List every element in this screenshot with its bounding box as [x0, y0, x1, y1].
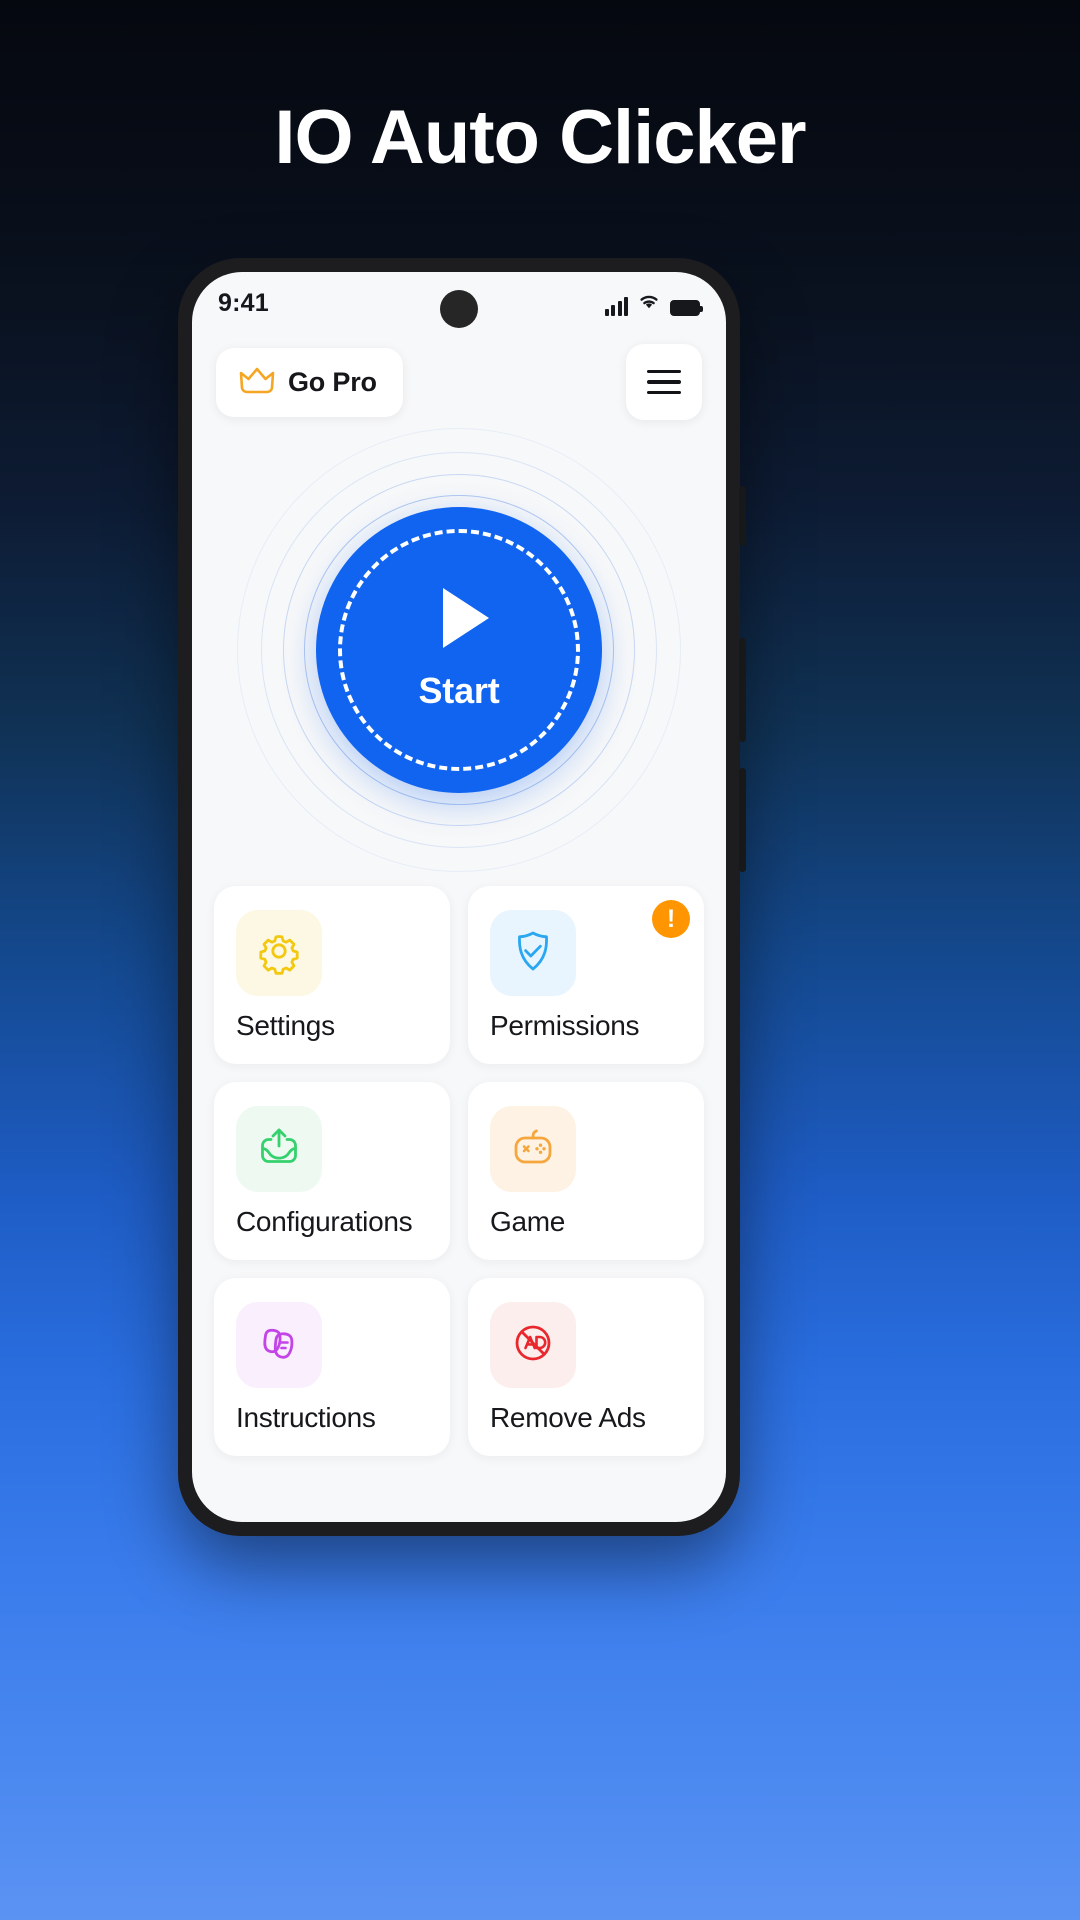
- tile-icon-background: [490, 1302, 576, 1388]
- tile-label: Game: [490, 1206, 566, 1237]
- tile-remove-ads[interactable]: Remove Ads: [468, 1278, 704, 1456]
- shield-check-icon: [509, 927, 557, 980]
- gamepad-icon: [509, 1123, 557, 1176]
- tile-icon-background: [236, 910, 322, 996]
- no-ads-icon: [509, 1319, 557, 1372]
- tile-label: Permissions: [490, 1010, 640, 1041]
- status-bar: 9:41: [192, 272, 726, 334]
- hamburger-menu-button[interactable]: [626, 344, 702, 420]
- instructions-cards-icon: [255, 1319, 303, 1372]
- cellular-signal-icon: [604, 296, 628, 316]
- upload-icon: [255, 1123, 303, 1176]
- tile-label: Settings: [236, 1010, 335, 1041]
- phone-side-button-mute: [739, 486, 746, 546]
- page-title: IO Auto Clicker: [274, 95, 806, 180]
- feature-tile-grid: Settings ! Permissions Configurations Ga…: [192, 880, 726, 1476]
- tile-label: Remove Ads: [490, 1402, 646, 1433]
- tile-icon-background: [490, 1106, 576, 1192]
- tile-game[interactable]: Game: [468, 1082, 704, 1260]
- permissions-warning-badge: !: [652, 900, 690, 938]
- play-triangle-icon: [443, 588, 489, 648]
- status-bar-time: 9:41: [218, 288, 269, 317]
- tile-icon-background: [236, 1302, 322, 1388]
- status-bar-icons: [604, 291, 703, 316]
- tile-permissions[interactable]: ! Permissions: [468, 886, 704, 1064]
- wifi-icon: [637, 291, 661, 316]
- phone-screen: 9:41 Go Pro Start Settings ! Permissions…: [192, 272, 726, 1522]
- phone-mockup: 9:41 Go Pro Start Settings ! Permissions…: [178, 258, 746, 1536]
- tile-icon-background: [490, 910, 576, 996]
- front-camera-punch-hole: [440, 290, 478, 328]
- poster-canvas: IO Auto Clicker 9:41 Go Pro Start Settin…: [0, 0, 1080, 1920]
- hamburger-menu-icon: [647, 369, 681, 395]
- start-hero-area: Start: [192, 420, 726, 880]
- tile-settings[interactable]: Settings: [214, 886, 450, 1064]
- tile-configurations[interactable]: Configurations: [214, 1082, 450, 1260]
- phone-side-button-volume: [739, 638, 746, 742]
- crown-icon: [238, 365, 276, 400]
- tile-instructions[interactable]: Instructions: [214, 1278, 450, 1456]
- tile-label: Configurations: [236, 1206, 413, 1237]
- app-top-bar: Go Pro: [192, 334, 726, 420]
- start-button[interactable]: Start: [316, 507, 602, 793]
- tile-icon-background: [236, 1106, 322, 1192]
- gear-icon: [255, 927, 303, 980]
- go-pro-label: Go Pro: [288, 366, 377, 397]
- start-dashed-ring: [338, 529, 580, 771]
- battery-full-icon: [670, 299, 703, 316]
- tile-label: Instructions: [236, 1402, 376, 1433]
- go-pro-button[interactable]: Go Pro: [216, 347, 403, 417]
- phone-side-button-power: [739, 768, 746, 872]
- start-button-label: Start: [418, 670, 500, 711]
